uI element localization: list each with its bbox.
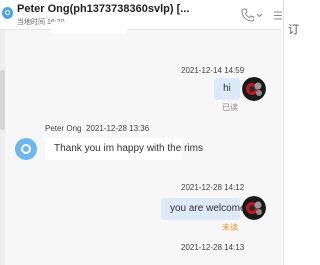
my-avatar[interactable]	[242, 77, 266, 101]
header-actions	[241, 8, 282, 22]
message-timestamp: 2021-12-28 14:13	[181, 243, 245, 252]
menu-lines-icon[interactable]	[273, 8, 282, 22]
chat-window: Peter Ong(ph1373738360svlp) [... 当地时间 16…	[0, 0, 282, 265]
phone-icon[interactable]	[241, 8, 255, 22]
contact-avatar[interactable]	[15, 138, 37, 160]
scrollbar[interactable]	[0, 30, 5, 265]
message-bubble[interactable]: you are welcome	[161, 198, 246, 220]
message-bubble[interactable]: Thank you im happy with the rims	[45, 138, 203, 160]
right-panel-label: 订	[288, 24, 299, 36]
contact-name[interactable]: Peter Ong(ph1373738360svlp) [...	[17, 3, 227, 15]
message-bubble-partial	[51, 22, 127, 34]
read-status: 已读	[222, 103, 238, 112]
message-timestamp: 2021-12-14 14:59	[181, 66, 245, 75]
message-timestamp: 2021-12-28 14:12	[181, 183, 245, 192]
unread-status: 未读	[222, 223, 238, 232]
chat-header: Peter Ong(ph1373738360svlp) [... 当地时间 16…	[0, 0, 282, 30]
right-panel: 订	[283, 0, 301, 265]
contact-status-icon	[2, 7, 13, 19]
message-bubble[interactable]: hi	[214, 78, 240, 100]
chevron-down-icon[interactable]	[256, 8, 263, 22]
message-timestamp: 2021-12-28 13:36	[86, 124, 150, 133]
scrollbar-thumb[interactable]	[0, 70, 5, 130]
sender-name: Peter Ong	[45, 124, 82, 133]
my-avatar[interactable]	[242, 196, 266, 220]
